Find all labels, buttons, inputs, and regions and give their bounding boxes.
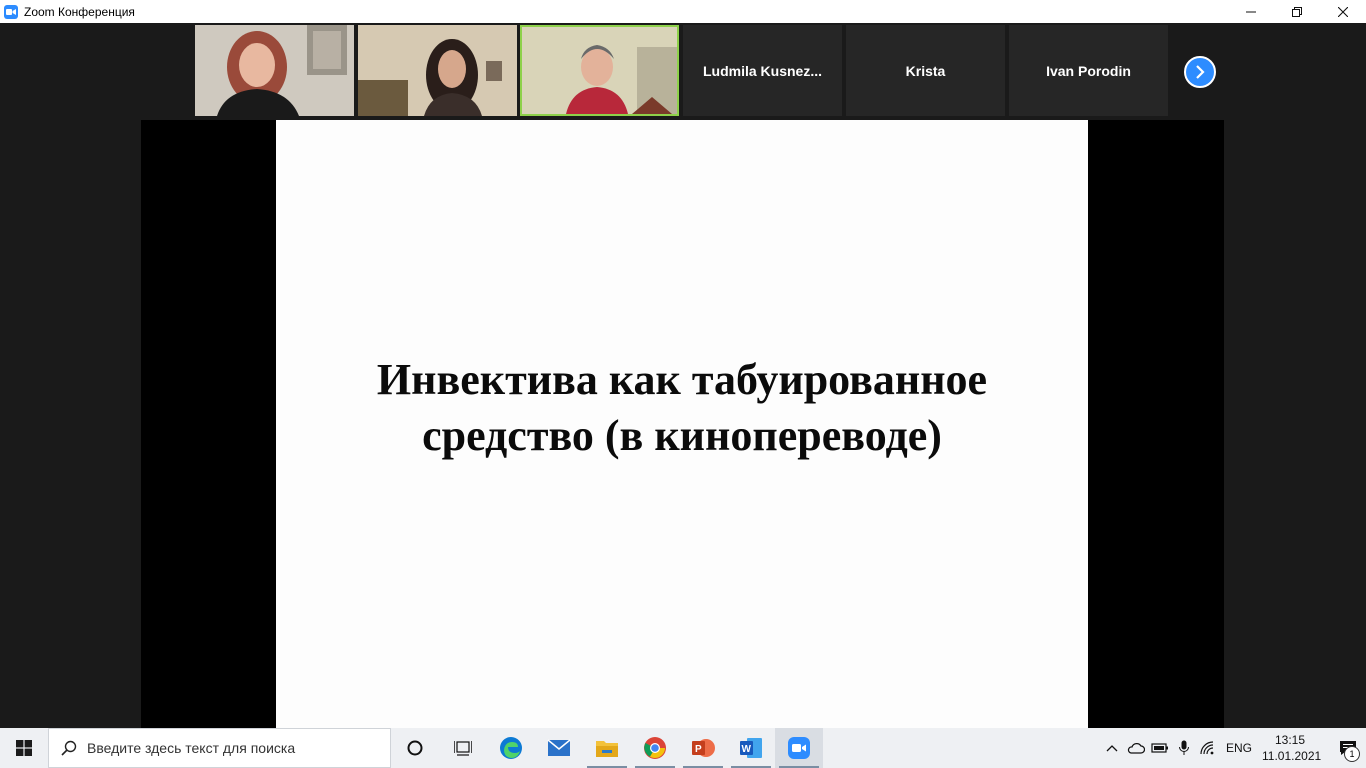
- task-view-icon: [454, 741, 472, 756]
- windows-logo-icon: [16, 740, 32, 756]
- presentation-slide: Инвектива как табуированное средство (в …: [276, 120, 1088, 728]
- cortana-icon: [407, 740, 423, 756]
- minimize-button[interactable]: [1228, 0, 1274, 23]
- participant-name-tile[interactable]: Krista: [846, 25, 1005, 116]
- title-bar: Zoom Конференция: [0, 0, 1366, 23]
- taskbar-search-box[interactable]: Введите здесь текст для поиска: [48, 728, 391, 768]
- cloud-icon: [1127, 743, 1145, 754]
- participant-video-tile[interactable]: [358, 25, 517, 116]
- restore-icon: [1292, 6, 1302, 17]
- mail-taskbar-button[interactable]: [535, 728, 583, 768]
- microphone-tray-button[interactable]: [1172, 728, 1196, 768]
- file-explorer-icon: [596, 741, 618, 757]
- svg-text:P: P: [695, 744, 702, 755]
- minimize-icon: [1246, 11, 1256, 12]
- active-speaker-video-tile[interactable]: [520, 25, 679, 116]
- task-view-button[interactable]: [439, 728, 487, 768]
- file-explorer-taskbar-button[interactable]: [583, 728, 631, 768]
- chrome-icon: [644, 737, 666, 759]
- close-icon: [1338, 6, 1348, 17]
- close-button[interactable]: [1320, 0, 1366, 23]
- onedrive-tray-button[interactable]: [1124, 728, 1148, 768]
- powerpoint-icon: P: [692, 739, 715, 757]
- show-hidden-icons-button[interactable]: [1100, 728, 1124, 768]
- system-tray: ENG 13:15 11.01.2021 1: [1100, 728, 1366, 768]
- participant-name: Ludmila Kusnez...: [702, 62, 822, 79]
- participant-name: Ivan Porodin: [1046, 62, 1131, 79]
- battery-icon: [1151, 743, 1168, 753]
- shared-screen-area: Инвектива как табуированное средство (в …: [0, 118, 1366, 728]
- restore-button[interactable]: [1274, 0, 1320, 23]
- participant-strip: Ludmila Kusnez... Krista Ivan Porodin: [0, 23, 1366, 118]
- participant-name-tile[interactable]: Ivan Porodin: [1009, 25, 1168, 116]
- participant-video-tile[interactable]: [195, 25, 354, 116]
- edge-icon: [500, 737, 522, 759]
- search-placeholder: Введите здесь текст для поиска: [87, 740, 296, 756]
- shared-screen: Инвектива как табуированное средство (в …: [141, 120, 1224, 728]
- clock-date: 11.01.2021: [1262, 749, 1322, 763]
- participant-name-tile[interactable]: Ludmila Kusnez...: [683, 25, 842, 116]
- word-taskbar-button[interactable]: W: [727, 728, 775, 768]
- start-button[interactable]: [0, 728, 48, 768]
- taskbar: Введите здесь текст для поиска P W ENG 1…: [0, 728, 1366, 768]
- cortana-button[interactable]: [391, 728, 439, 768]
- svg-text:W: W: [742, 744, 752, 755]
- microphone-icon: [1178, 740, 1189, 755]
- chevron-up-icon: [1106, 745, 1118, 752]
- wifi-icon: [1200, 741, 1214, 755]
- zoom-icon: [788, 737, 810, 759]
- clock-time: 13:15: [1274, 733, 1306, 747]
- action-center-button[interactable]: 1: [1330, 728, 1366, 768]
- chevron-right-icon: [1196, 65, 1205, 79]
- slide-title-line: Инвектива как табуированное: [376, 355, 988, 404]
- zoom-app-icon: [4, 4, 18, 19]
- zoom-taskbar-button[interactable]: [775, 728, 823, 768]
- network-tray-button[interactable]: [1196, 728, 1220, 768]
- notification-count-badge: 1: [1344, 746, 1360, 762]
- chrome-taskbar-button[interactable]: [631, 728, 679, 768]
- mail-icon: [547, 739, 571, 756]
- slide-title: Инвектива как табуированное средство (в …: [377, 352, 987, 464]
- window-title: Zoom Конференция: [24, 4, 135, 19]
- search-icon: [61, 740, 77, 756]
- battery-tray-button[interactable]: [1148, 728, 1172, 768]
- taskbar-clock[interactable]: 13:15 11.01.2021: [1262, 732, 1322, 764]
- next-page-button[interactable]: [1184, 56, 1216, 88]
- participant-name: Krista: [905, 62, 946, 79]
- slide-title-line: средство (в кинопереводе): [422, 411, 942, 460]
- input-language-indicator[interactable]: ENG: [1226, 741, 1252, 755]
- powerpoint-taskbar-button[interactable]: P: [679, 728, 727, 768]
- edge-taskbar-button[interactable]: [487, 728, 535, 768]
- word-icon: W: [740, 738, 762, 758]
